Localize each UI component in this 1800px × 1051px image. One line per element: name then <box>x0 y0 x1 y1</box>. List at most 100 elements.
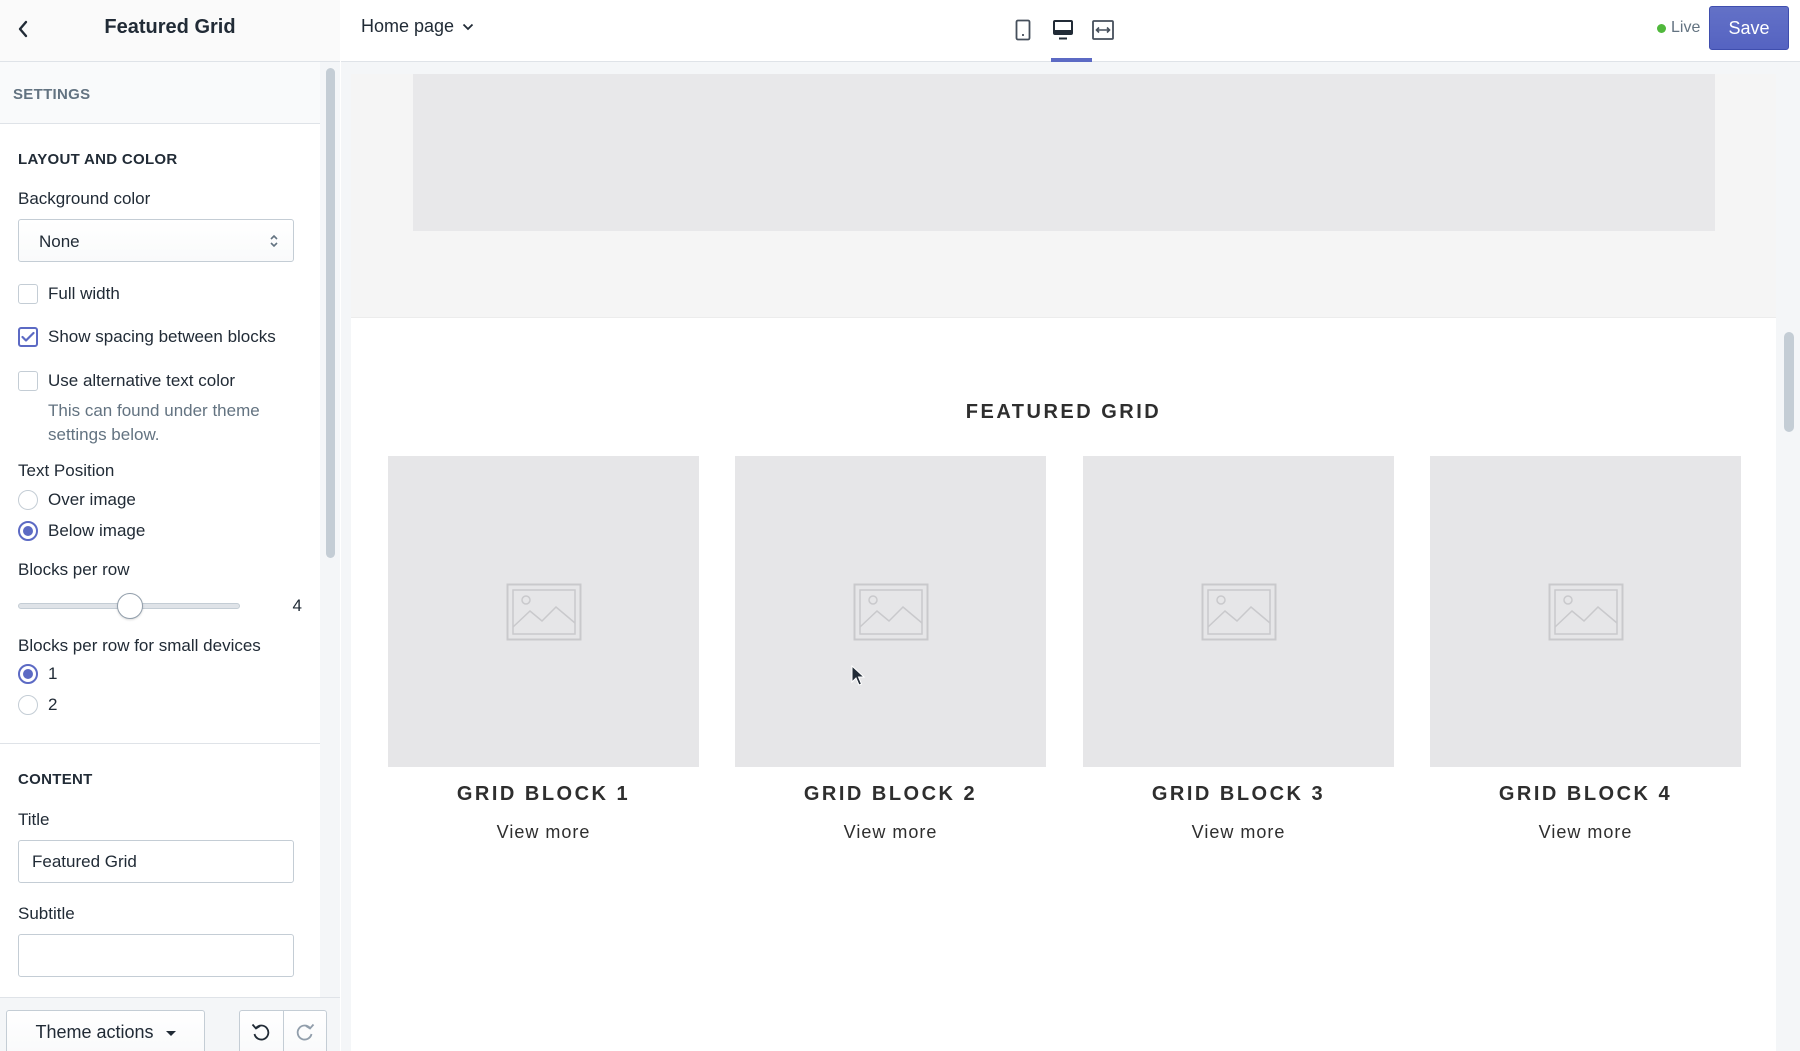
spacing-option[interactable]: Show spacing between blocks <box>18 326 302 348</box>
background-color-select[interactable]: None <box>18 219 294 262</box>
sidebar-title: Featured Grid <box>104 16 236 38</box>
blocks-small-1-radio[interactable] <box>18 664 38 684</box>
full-width-view-button[interactable] <box>1087 14 1119 46</box>
previous-section <box>351 74 1776 318</box>
spacing-label: Show spacing between blocks <box>48 327 276 346</box>
theme-actions-label: Theme actions <box>35 1021 154 1042</box>
text-position-over-label: Over image <box>48 490 136 509</box>
section-divider <box>0 743 320 744</box>
mobile-view-icon <box>1015 19 1031 41</box>
image-placeholder-icon <box>1201 583 1276 640</box>
sidebar-footer: Theme actions <box>0 997 340 1051</box>
view-more-link[interactable]: View more <box>1430 822 1741 843</box>
select-arrows-icon <box>270 234 278 248</box>
preview-scrollbar[interactable] <box>1778 62 1800 1051</box>
alt-text-label: Use alternative text color <box>48 371 236 390</box>
undo-button[interactable] <box>240 1011 283 1051</box>
grid-block-2[interactable]: GRID BLOCK 2 View more <box>735 456 1046 843</box>
featured-grid-title: FEATURED GRID <box>965 401 1162 423</box>
view-more-link[interactable]: View more <box>388 822 699 843</box>
image-placeholder <box>413 74 1715 231</box>
theme-actions-button[interactable]: Theme actions <box>6 1010 205 1051</box>
preview-scrollbar-thumb[interactable] <box>1784 332 1794 432</box>
view-more-link[interactable]: View more <box>1083 822 1394 843</box>
content-section: CONTENT Title Featured Grid Subtitle <box>0 771 320 977</box>
blocks-small-2-label: 2 <box>48 695 58 714</box>
grid-block-image[interactable] <box>1430 456 1741 767</box>
blocks-small-1-label: 1 <box>48 664 58 683</box>
grid-block-1[interactable]: GRID BLOCK 1 View more <box>388 456 699 843</box>
full-width-label: Full width <box>48 284 120 303</box>
text-position-label: Text Position <box>18 461 115 480</box>
grid-block-4[interactable]: GRID BLOCK 4 View more <box>1430 456 1741 843</box>
top-bar: Home page Live Save <box>341 0 1800 62</box>
full-width-option[interactable]: Full width <box>18 283 302 305</box>
redo-button[interactable] <box>282 1011 327 1051</box>
subtitle-input[interactable] <box>18 934 294 977</box>
desktop-view-icon <box>1053 20 1073 40</box>
grid-block-3[interactable]: GRID BLOCK 3 View more <box>1083 456 1394 843</box>
grid-block-image[interactable] <box>388 456 699 767</box>
image-placeholder-icon <box>1548 583 1623 640</box>
image-placeholder-icon <box>853 583 928 640</box>
caret-down-icon <box>165 1031 176 1036</box>
settings-sidebar: Featured Grid SETTINGS LAYOUT AND COLOR … <box>0 0 340 1051</box>
background-color-value: None <box>39 232 80 251</box>
title-input[interactable]: Featured Grid <box>18 840 294 883</box>
history-controls <box>239 1010 327 1051</box>
text-position-over-radio[interactable] <box>18 490 38 510</box>
chevron-down-icon <box>462 23 474 30</box>
alt-text-option[interactable]: Use alternative text color <box>18 370 302 392</box>
grid-block-image[interactable] <box>1083 456 1394 767</box>
live-label: Live <box>1671 19 1701 36</box>
preview-pane: FEATURED GRID GRID BLOCK 1 View more GRI… <box>341 62 1800 1051</box>
grid-block-title: GRID BLOCK 4 <box>1498 783 1673 805</box>
sidebar-scrollbar[interactable] <box>320 62 340 997</box>
desktop-view-button[interactable] <box>1047 14 1079 46</box>
full-width-checkbox[interactable] <box>18 284 38 304</box>
alt-text-checkbox[interactable] <box>18 371 38 391</box>
text-position-below-label: Below image <box>48 521 146 540</box>
redo-icon <box>296 1023 314 1041</box>
subtitle-label: Subtitle <box>18 904 75 923</box>
grid-block-title: GRID BLOCK 1 <box>456 783 631 805</box>
page-selector-label: Home page <box>361 16 455 36</box>
content-heading: CONTENT <box>18 771 93 788</box>
sidebar-scroll-area[interactable]: SETTINGS LAYOUT AND COLOR Background col… <box>0 62 320 997</box>
preview-frame[interactable]: FEATURED GRID GRID BLOCK 1 View more GRI… <box>351 74 1776 1051</box>
sidebar-scrollbar-thumb[interactable] <box>326 68 335 558</box>
full-width-view-icon <box>1092 20 1114 40</box>
blocks-per-row-slider[interactable]: 4 <box>18 590 302 620</box>
blocks-small-2-option[interactable]: 2 <box>18 694 302 716</box>
mouse-cursor-icon <box>851 665 865 686</box>
blocks-per-row-value: 4 <box>292 596 302 615</box>
blocks-per-row-label: Blocks per row <box>18 560 130 579</box>
text-position-below-radio[interactable] <box>18 521 38 541</box>
mobile-view-button[interactable] <box>1007 14 1039 46</box>
save-button[interactable]: Save <box>1709 6 1789 50</box>
background-color-label: Background color <box>18 189 151 208</box>
view-switcher <box>1007 14 1119 46</box>
theme-editor: Featured Grid SETTINGS LAYOUT AND COLOR … <box>0 0 1800 1051</box>
checkmark-icon <box>21 331 35 342</box>
undo-icon <box>252 1023 270 1041</box>
live-status: Live <box>1657 19 1700 37</box>
alt-text-help: This can found under theme settings belo… <box>48 401 260 444</box>
blocks-small-label: Blocks per row for small devices <box>18 636 261 655</box>
page-selector[interactable]: Home page <box>361 16 474 37</box>
grid-block-title: GRID BLOCK 3 <box>1151 783 1326 805</box>
blocks-small-1-option[interactable]: 1 <box>18 663 302 685</box>
layout-section: LAYOUT AND COLOR Background color None F… <box>0 151 320 716</box>
spacing-checkbox[interactable] <box>18 327 38 347</box>
title-label: Title <box>18 810 50 829</box>
layout-heading: LAYOUT AND COLOR <box>18 151 178 168</box>
text-position-below-option[interactable]: Below image <box>18 520 302 542</box>
view-more-link[interactable]: View more <box>735 822 1046 843</box>
blocks-small-2-radio[interactable] <box>18 695 38 715</box>
live-dot-icon <box>1657 23 1666 33</box>
grid-block-image[interactable] <box>735 456 1046 767</box>
settings-label: SETTINGS <box>0 62 320 124</box>
slider-thumb[interactable] <box>117 593 143 619</box>
grid-block-title: GRID BLOCK 2 <box>803 783 978 805</box>
text-position-over-option[interactable]: Over image <box>18 489 302 511</box>
